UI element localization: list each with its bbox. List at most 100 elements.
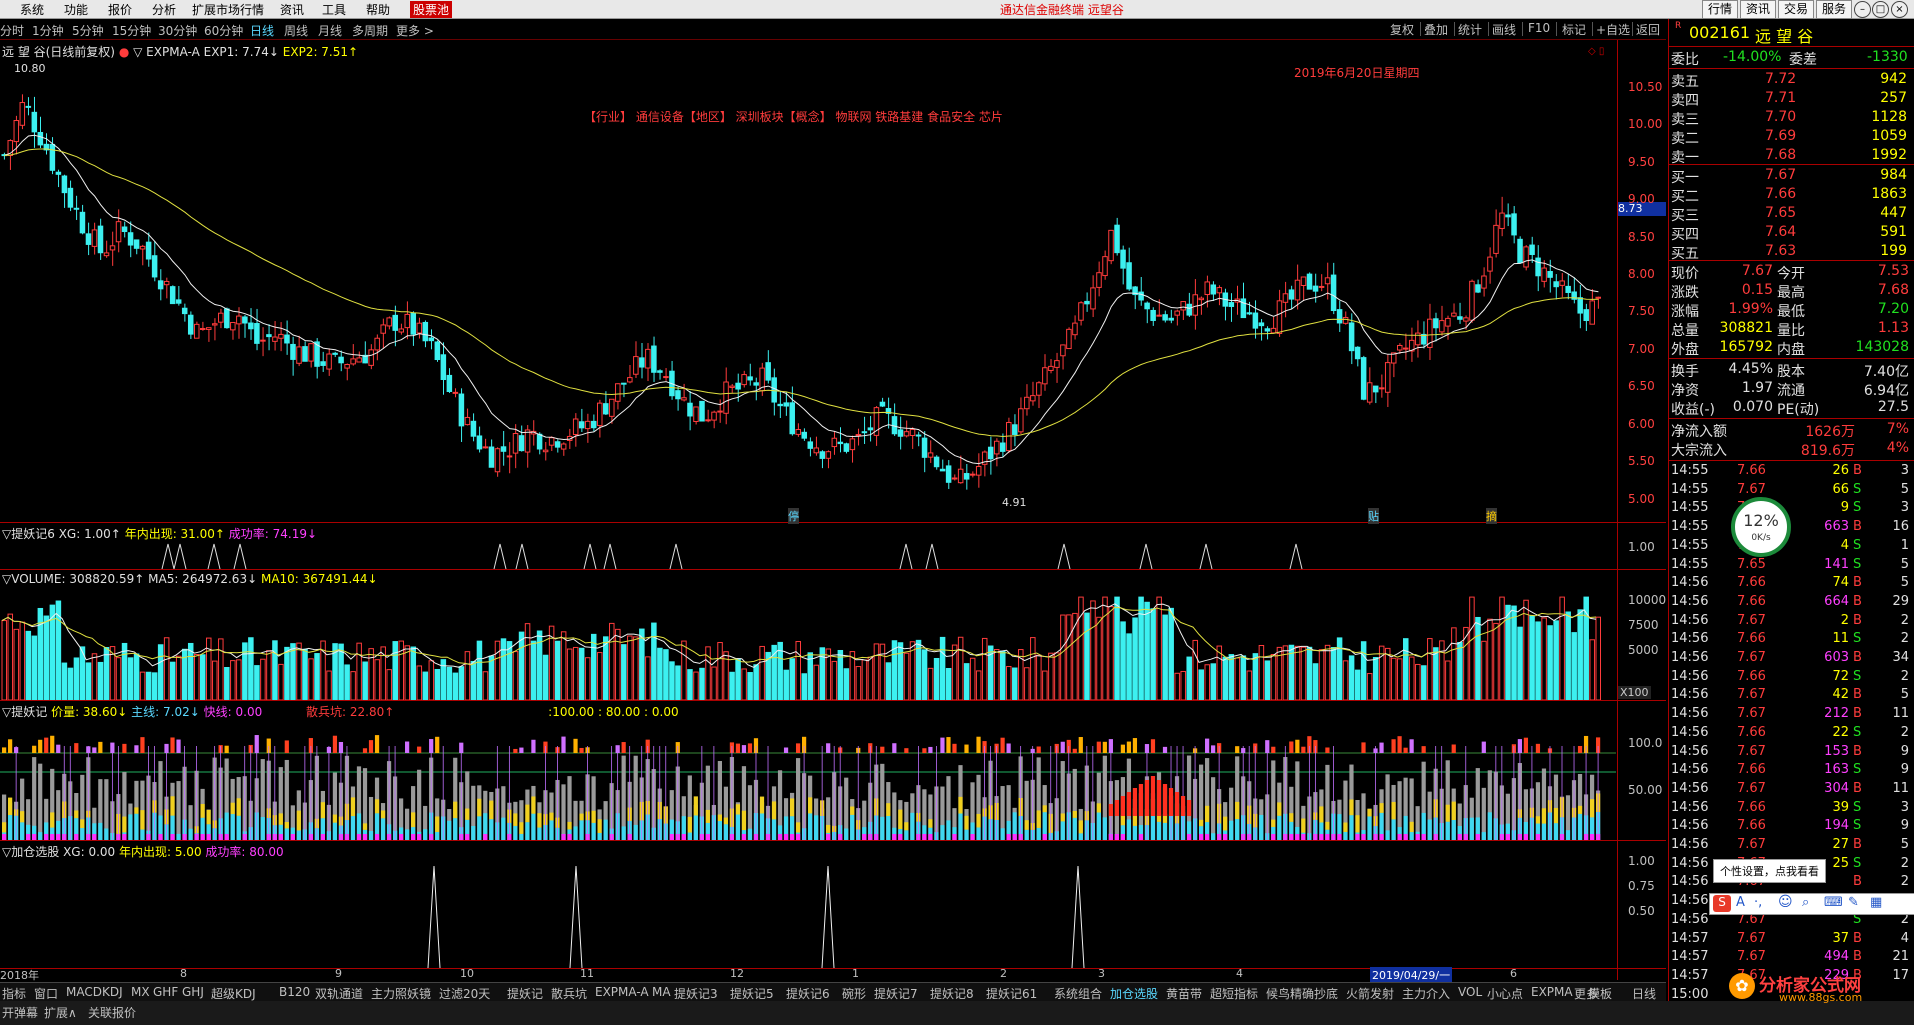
panel4-name[interactable]: ▽加仓选股 [2, 845, 59, 859]
menu-news[interactable]: 资讯 [280, 1, 304, 18]
indicator-tab[interactable]: 提妖记7 [874, 985, 918, 1002]
indicator-tab[interactable]: 黄苗带 [1166, 985, 1202, 1002]
menu-function[interactable]: 功能 [64, 1, 88, 18]
top-button-news[interactable]: 资讯 [1740, 0, 1777, 19]
period-daily[interactable]: 日线 [250, 22, 274, 39]
menu-system[interactable]: 系统 [20, 1, 44, 18]
tool-overlay[interactable]: 叠加 [1424, 21, 1448, 38]
indicator-tab[interactable]: EXPMA [1531, 985, 1573, 999]
indicator-tab[interactable]: 超级KDJ [211, 985, 256, 1002]
period-multi[interactable]: 多周期 [352, 22, 388, 39]
indicator-tab[interactable]: 提妖记6 [786, 985, 830, 1002]
indicator-tab[interactable]: MX [131, 985, 150, 999]
indicator-tab[interactable]: 主力介入 [1402, 985, 1450, 1002]
ime-voice-icon[interactable]: ⌕ [1802, 895, 1809, 910]
indicator-tab[interactable]: 系统组合 [1054, 985, 1102, 1002]
volume-chart[interactable] [0, 586, 1616, 700]
indicator-tab[interactable]: MACD [66, 985, 102, 999]
expand-toggle[interactable]: 扩展∧ [44, 1004, 77, 1021]
period-more[interactable]: 更多 > [396, 22, 434, 39]
related-quote-toggle[interactable]: 关联报价 [88, 1004, 136, 1021]
menu-analysis[interactable]: 分析 [152, 1, 176, 18]
tool-restore-rights[interactable]: 复权 [1390, 21, 1414, 38]
settings-tooltip[interactable]: 个性设置，点我看看 [1713, 859, 1826, 883]
template-button[interactable]: 模板 [1588, 985, 1612, 1002]
indicator-tab[interactable]: 主力照妖镜 [371, 985, 431, 1002]
tool-mark[interactable]: 标记 [1562, 21, 1586, 38]
panel4-signal-chart[interactable] [0, 858, 1616, 968]
indicator-tab[interactable]: VOL [1458, 985, 1482, 999]
period-1min[interactable]: 1分钟 [32, 22, 64, 39]
tool-draw-line[interactable]: 画线 [1492, 21, 1516, 38]
danmaku-toggle[interactable]: 开弹幕 [2, 1004, 38, 1021]
indicator-tab[interactable]: 提妖记3 [674, 985, 718, 1002]
period-timeshare[interactable]: 分时 [0, 22, 24, 39]
asks-row[interactable]: 卖五 7.72 942 [1669, 70, 1914, 90]
indicator-tab[interactable]: 碗形 [842, 985, 866, 1002]
top-button-market[interactable]: 行情 [1702, 0, 1739, 19]
indicator-tab[interactable]: 指标 [2, 985, 26, 1002]
menu-extended-market[interactable]: 扩展市场行情 [192, 1, 264, 18]
bids-row[interactable]: 买三 7.65 447 [1669, 204, 1914, 224]
menu-stock-pool[interactable]: 股票池 [410, 1, 453, 18]
period-60min[interactable]: 60分钟 [204, 22, 243, 39]
indicator-tab[interactable]: 超短指标 [1210, 985, 1258, 1002]
volume-name[interactable]: ▽VOLUME: 308820.59↑ [2, 572, 144, 586]
period-daily-tab[interactable]: 日线 [1632, 985, 1656, 1002]
top-button-service[interactable]: 服务 [1816, 0, 1853, 19]
ime-toolbar[interactable]: S A ·, ☺ ⌕ ⌨ ✎ ▦ [1709, 893, 1914, 915]
period-15min[interactable]: 15分钟 [112, 22, 151, 39]
indicator-tab[interactable]: 加仓选股 [1110, 985, 1158, 1002]
indicator-tab[interactable]: 散兵坑 [551, 985, 587, 1002]
period-weekly[interactable]: 周线 [284, 22, 308, 39]
asks-row[interactable]: 卖二 7.69 1059 [1669, 127, 1914, 147]
chart-options-icon[interactable]: ◇ ▯ [1588, 46, 1604, 57]
close-icon[interactable]: × [1891, 1, 1908, 18]
bids-row[interactable]: 买五 7.63 199 [1669, 242, 1914, 262]
minimize-icon[interactable]: – [1854, 1, 1871, 18]
indicator-tab[interactable]: 提妖记 [507, 985, 543, 1002]
indicator-tab[interactable]: MA [652, 985, 671, 999]
bids-row[interactable]: 买四 7.64 591 [1669, 223, 1914, 243]
indicator-tab[interactable]: 小心点 [1487, 985, 1523, 1002]
tool-f10[interactable]: F10 [1528, 21, 1550, 35]
indicator-tab[interactable]: KDJ [102, 985, 123, 999]
top-button-trade[interactable]: 交易 [1778, 0, 1815, 19]
indicator-tab[interactable]: B120 [279, 985, 310, 999]
ime-chinese-icon[interactable]: A [1736, 895, 1745, 910]
indicator-tab[interactable]: EXPMA-A [595, 985, 649, 999]
period-5min[interactable]: 5分钟 [72, 22, 104, 39]
period-monthly[interactable]: 月线 [318, 22, 342, 39]
indicator-tab[interactable]: 提妖记8 [930, 985, 974, 1002]
network-gauge[interactable]: 12% 0K/s [1731, 497, 1791, 557]
indicator-name[interactable]: ▽ EXPMA-A [133, 45, 200, 59]
indicator-tab[interactable]: 火箭发射 [1346, 985, 1394, 1002]
indicator-tab[interactable]: 窗口 [34, 985, 58, 1002]
indicator-tab[interactable]: 双轨通道 [315, 985, 363, 1002]
indicator-tab[interactable]: 提妖记61 [986, 985, 1037, 1002]
panel1-signal-chart[interactable] [0, 540, 1616, 569]
ime-punct-icon[interactable]: ·, [1754, 895, 1762, 910]
panel1-name[interactable]: ▽提妖记6 [2, 527, 55, 541]
indicator-tab[interactable]: 提妖记5 [730, 985, 774, 1002]
chart-area[interactable]: 远 望 谷(日线前复权) ● ▽ EXPMA-A EXP1: 7.74↓ EXP… [0, 40, 1666, 983]
tool-back[interactable]: 返回 [1636, 21, 1660, 38]
ime-keyboard-icon[interactable]: ⌨ [1824, 895, 1843, 910]
tool-add-watchlist[interactable]: +自选 [1596, 21, 1630, 38]
asks-row[interactable]: 卖四 7.71 257 [1669, 89, 1914, 109]
menu-quote[interactable]: 报价 [108, 1, 132, 18]
panel3-indicator-chart[interactable] [0, 716, 1616, 840]
ime-menu-icon[interactable]: ▦ [1870, 895, 1882, 910]
indicator-tab[interactable]: 候鸟精确抄底 [1266, 985, 1338, 1002]
period-30min[interactable]: 30分钟 [158, 22, 197, 39]
menu-tools[interactable]: 工具 [322, 1, 346, 18]
bids-row[interactable]: 买二 7.66 1863 [1669, 185, 1914, 205]
ime-emoji-icon[interactable]: ☺ [1778, 894, 1793, 910]
tool-statistics[interactable]: 统计 [1458, 21, 1482, 38]
asks-row[interactable]: 卖三 7.70 1128 [1669, 108, 1914, 128]
indicator-tab[interactable]: GHF [153, 985, 178, 999]
indicator-tab[interactable]: 过滤20天 [439, 985, 490, 1002]
candlestick-chart[interactable] [0, 58, 1616, 522]
ime-skin-icon[interactable]: ✎ [1848, 895, 1859, 910]
indicator-tab[interactable]: GHJ [182, 985, 204, 999]
